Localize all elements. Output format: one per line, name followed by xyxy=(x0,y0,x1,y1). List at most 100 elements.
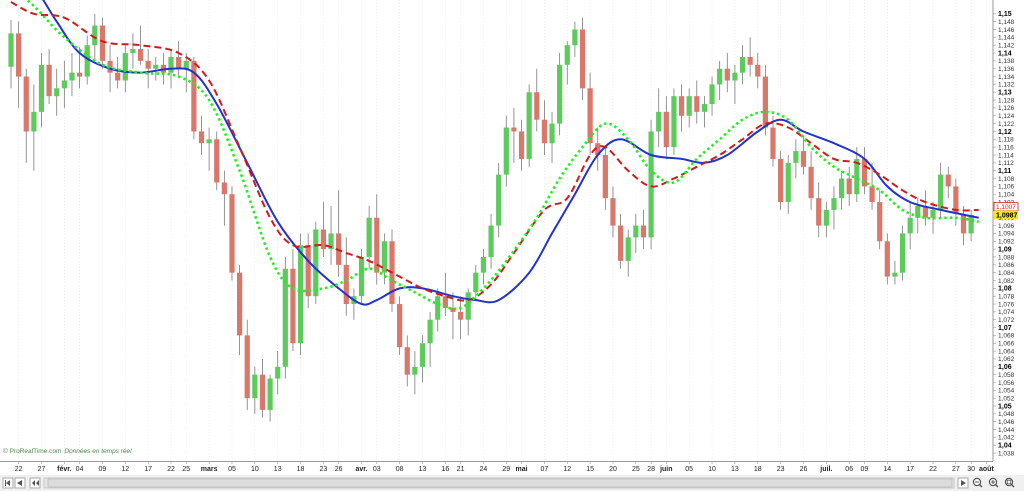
x-tick-label: 27 xyxy=(952,466,960,473)
candle-body xyxy=(945,174,951,187)
ma-price-badge: 1,1007 xyxy=(993,202,1019,211)
scroll-start-icon[interactable] xyxy=(2,477,14,489)
x-tick-label: 13 xyxy=(274,466,282,473)
candle-up xyxy=(557,53,563,136)
candle-body xyxy=(549,123,555,144)
candle-body xyxy=(457,311,464,320)
x-tick-label: 10 xyxy=(251,466,259,473)
x-tick-label: 09 xyxy=(861,466,869,473)
scroll-left-icon[interactable] xyxy=(14,477,26,489)
x-tick-label: 21 xyxy=(457,466,465,473)
watermark: © ProRealTime.com Données en temps réel xyxy=(3,447,132,455)
y-tick-label: 1,112 xyxy=(998,160,1014,167)
candle-body xyxy=(99,25,106,61)
x-tick-label: 26 xyxy=(800,466,808,473)
scrollbar-thumb[interactable] xyxy=(47,478,953,488)
candle-down xyxy=(397,296,403,356)
x-tick-label: 24 xyxy=(480,466,488,473)
y-tick-label: 1,058 xyxy=(998,372,1015,379)
candle-body xyxy=(76,72,83,77)
candle-body xyxy=(938,174,944,210)
x-tick-label: mai xyxy=(516,466,528,473)
candle-body xyxy=(892,272,898,277)
candle-body xyxy=(960,213,967,234)
x-tick-label: 06 xyxy=(845,466,853,473)
candle-body xyxy=(31,111,37,132)
candle-body xyxy=(778,158,784,203)
candle-body xyxy=(297,245,304,344)
y-tick-label: 1,05 xyxy=(998,403,1012,410)
y-tick-label: 1,064 xyxy=(998,348,1015,355)
y-tick-label: 1,054 xyxy=(998,388,1015,395)
candle-body xyxy=(480,256,487,273)
candle-body xyxy=(579,29,586,89)
x-tick-label: 04 xyxy=(76,466,84,473)
last-price-badge-text: 1,0987 xyxy=(996,212,1018,219)
y-tick-label: 1,074 xyxy=(998,309,1015,316)
candle-down xyxy=(579,17,586,101)
candle-body xyxy=(115,72,121,81)
price-badges: 1,10071,0987 xyxy=(993,202,1019,220)
candle-body xyxy=(229,194,235,273)
y-tick-label: 1,128 xyxy=(998,97,1015,104)
candle-body xyxy=(526,92,532,159)
candle-body xyxy=(648,131,654,238)
scrollbar[interactable] xyxy=(0,475,1024,491)
candle-body xyxy=(84,45,90,77)
x-tick-label: 25 xyxy=(632,466,640,473)
candlestick-chart: 1,151,1481,1461,1441,1421,141,1381,1361,… xyxy=(0,0,1024,491)
y-tick-label: 1,066 xyxy=(998,341,1015,348)
candle-up xyxy=(313,221,319,305)
candle-body xyxy=(717,68,723,85)
x-tick-label: 09 xyxy=(99,466,107,473)
y-tick-label: 1,11 xyxy=(998,168,1011,175)
candle-body xyxy=(54,88,60,97)
candle-body xyxy=(633,225,639,238)
x-tick-label: 25 xyxy=(182,466,190,473)
y-tick-label: 1,086 xyxy=(998,262,1015,269)
last-price-badge: 1,0987 xyxy=(994,210,1018,220)
x-tick-label: mars xyxy=(201,466,218,473)
candle-body xyxy=(846,178,852,195)
candle-body xyxy=(747,56,753,65)
candle-body xyxy=(397,304,403,348)
y-tick-label: 1,062 xyxy=(998,356,1015,363)
y-tick-label: 1,132 xyxy=(998,82,1015,89)
candle-body xyxy=(557,64,563,124)
candle-down xyxy=(191,56,197,140)
candle-body xyxy=(275,366,281,379)
x-tick-label: 16 xyxy=(441,466,449,473)
y-tick-label: 1,096 xyxy=(998,223,1015,230)
candle-down xyxy=(214,131,220,191)
x-tick-label: 18 xyxy=(754,466,762,473)
scroll-right-icon[interactable] xyxy=(957,477,969,489)
y-tick-label: 1,12 xyxy=(998,129,1012,136)
candle-body xyxy=(404,347,410,375)
y-tick-label: 1,046 xyxy=(998,419,1015,426)
y-tick-label: 1,126 xyxy=(998,105,1015,112)
y-tick-label: 1,076 xyxy=(998,301,1015,308)
candle-body xyxy=(214,139,220,183)
candle-body xyxy=(252,374,258,399)
candle-body xyxy=(816,198,822,226)
x-tick-label: 13 xyxy=(731,466,739,473)
candle-body xyxy=(755,64,761,77)
candle-body xyxy=(61,80,67,89)
candle-body xyxy=(534,92,540,120)
scroll-left-fast-icon[interactable] xyxy=(29,477,41,489)
candle-down xyxy=(778,151,784,210)
candle-body xyxy=(488,225,494,257)
x-tick-label: août xyxy=(979,466,994,473)
candle-body xyxy=(694,96,700,112)
candle-body xyxy=(762,76,768,128)
candle-body xyxy=(176,56,182,69)
candle-body xyxy=(198,131,205,144)
candle-body xyxy=(320,229,327,250)
y-tick-label: 1,052 xyxy=(998,395,1015,402)
y-tick-label: 1,04 xyxy=(998,443,1012,450)
x-tick-label: 12 xyxy=(563,466,571,473)
candle-body xyxy=(259,374,266,410)
candle-body xyxy=(16,33,22,77)
x-tick-label: 22 xyxy=(929,466,937,473)
candle-body xyxy=(46,64,52,97)
